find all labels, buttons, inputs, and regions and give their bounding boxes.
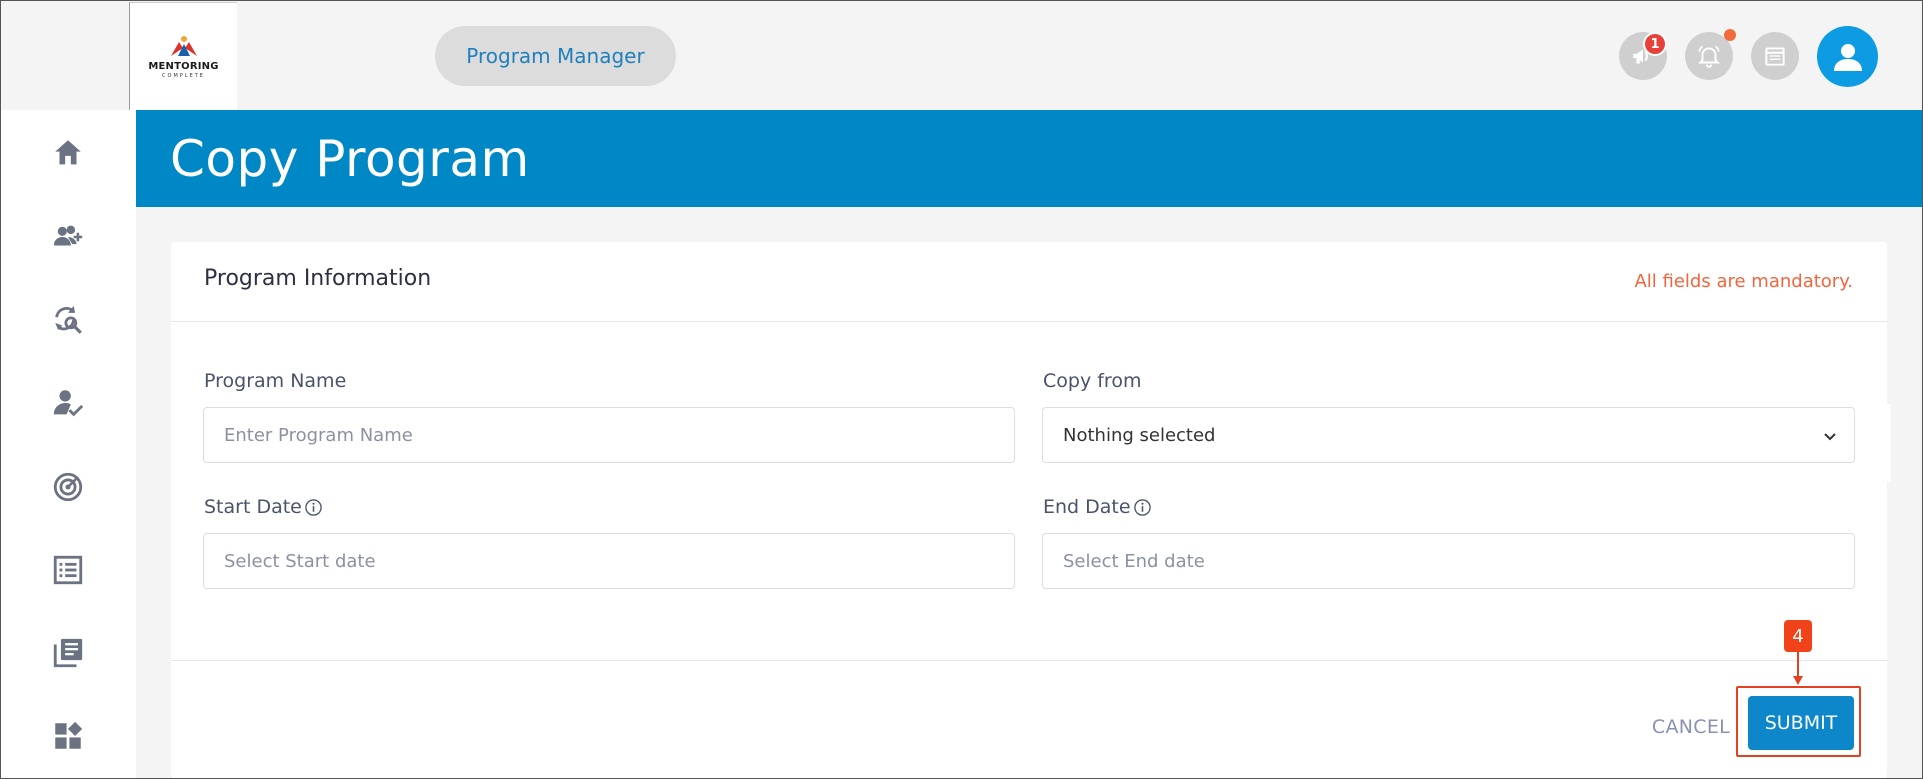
sidebar-item-widgets[interactable]	[48, 716, 88, 756]
end-date-input[interactable]	[1042, 533, 1855, 589]
info-icon[interactable]	[304, 498, 323, 517]
start-date-input[interactable]	[203, 533, 1015, 589]
program-name-label-text: Program Name	[204, 370, 347, 392]
user-avatar-icon	[1833, 43, 1862, 71]
end-date-label: End Date	[1043, 496, 1152, 518]
section-title: Program Information	[204, 266, 432, 291]
sidebar-item-home[interactable]	[48, 133, 88, 173]
submit-button[interactable]: SUBMIT	[1748, 696, 1854, 750]
card-footer-divider	[171, 660, 1887, 661]
library-icon	[53, 638, 83, 668]
sidebar-nav	[0, 110, 136, 779]
copy-from-label: Copy from	[1043, 370, 1141, 392]
target-icon	[53, 472, 83, 502]
sidebar-item-library[interactable]	[48, 633, 88, 673]
mandatory-note: All fields are mandatory.	[1634, 271, 1853, 292]
top-bar: MENTORING COMPLETE Program Manager 1	[0, 0, 1923, 110]
list-icon	[53, 555, 83, 585]
sidebar-item-approvals[interactable]	[48, 383, 88, 423]
widgets-icon	[55, 721, 83, 749]
sidebar-item-list[interactable]	[48, 550, 88, 590]
card-header: Program Information All fields are manda…	[171, 242, 1887, 322]
cancel-button[interactable]: CANCEL	[1641, 706, 1741, 748]
info-icon[interactable]	[1133, 498, 1152, 517]
page-title: Copy Program	[170, 130, 530, 188]
step-number-badge: 4	[1784, 620, 1812, 652]
program-name-label: Program Name	[204, 370, 346, 392]
logo-subtitle: COMPLETE	[162, 73, 205, 79]
notification-dot	[1724, 29, 1736, 41]
program-information-card: Program Information All fields are manda…	[171, 242, 1887, 779]
logo-mark-icon	[170, 36, 197, 56]
user-avatar-button[interactable]	[1817, 26, 1878, 87]
copy-from-selected-value: Nothing selected	[1063, 424, 1216, 446]
bell-icon	[1697, 45, 1721, 68]
sidebar-item-add-user[interactable]	[48, 217, 88, 257]
announcement-count-badge: 1	[1643, 32, 1667, 56]
role-switcher-button[interactable]: Program Manager	[435, 26, 676, 86]
step-arrow-icon	[1793, 652, 1803, 685]
app-logo[interactable]: MENTORING COMPLETE	[129, 2, 237, 110]
chevron-down-icon	[1824, 433, 1836, 441]
calendar-button[interactable]	[1751, 32, 1799, 80]
start-date-label-text: Start Date	[204, 496, 302, 518]
start-date-label: Start Date	[204, 496, 323, 518]
end-date-label-text: End Date	[1043, 496, 1131, 518]
search-refresh-icon	[55, 305, 82, 334]
program-name-input[interactable]	[203, 407, 1015, 463]
sidebar-item-goals[interactable]	[48, 467, 88, 507]
page-header-banner: Copy Program	[136, 110, 1923, 207]
copy-from-label-text: Copy from	[1043, 370, 1142, 392]
user-check-icon	[53, 390, 84, 417]
calendar-icon	[1765, 47, 1785, 66]
add-user-icon	[53, 225, 83, 246]
copy-from-select[interactable]: Nothing selected	[1042, 407, 1855, 463]
logo-name: MENTORING	[148, 61, 219, 72]
sidebar-item-matching[interactable]	[48, 300, 88, 340]
home-icon	[55, 140, 81, 165]
